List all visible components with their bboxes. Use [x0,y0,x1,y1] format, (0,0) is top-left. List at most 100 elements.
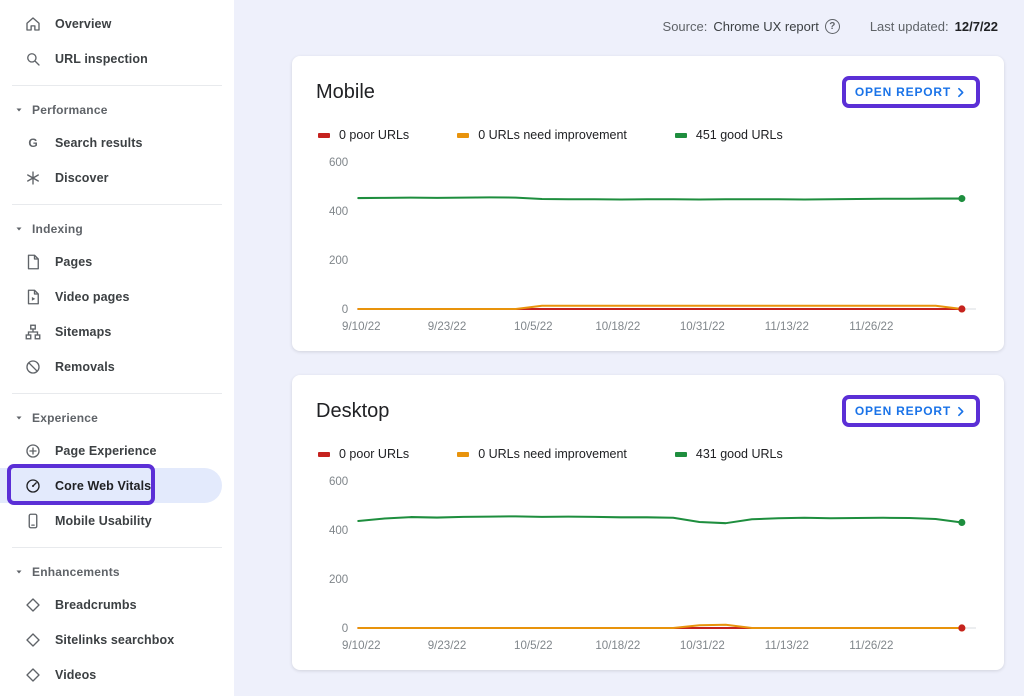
sidebar-item-sitelinks-searchbox[interactable]: Sitelinks searchbox [0,622,234,657]
svg-text:200: 200 [329,574,348,586]
legend-item-good: 451 good URLs [675,128,783,142]
sidebar-item-search-results[interactable]: G Search results [0,125,234,160]
search-results-icon: G [24,134,42,152]
discover-icon [24,169,42,187]
svg-text:11/26/22: 11/26/22 [849,321,893,333]
legend-swatch-need-improvement [457,452,469,457]
svg-text:200: 200 [329,255,348,267]
open-report-label: OPEN REPORT [855,404,951,418]
legend-item-poor: 0 poor URLs [318,128,409,142]
card-header: Mobile OPEN REPORT [316,70,980,114]
sidebar-section-label: Experience [32,411,98,425]
last-updated-value: 12/7/22 [955,19,998,34]
video-pages-icon [24,288,42,306]
chevron-right-icon [954,86,967,99]
sidebar-item-breadcrumbs[interactable]: Breadcrumbs [0,587,234,622]
sidebar-item-label: Mobile Usability [55,514,152,528]
open-report-label: OPEN REPORT [855,85,951,99]
svg-text:10/31/22: 10/31/22 [680,321,725,333]
legend-item-poor: 0 poor URLs [318,447,409,461]
svg-text:0: 0 [342,623,348,635]
removals-icon [24,358,42,376]
sidebar-item-core-web-vitals[interactable]: Core Web Vitals [0,468,222,503]
sidebar-item-videos[interactable]: Videos [0,657,234,692]
sidebar-item-sitemaps[interactable]: Sitemaps [0,314,234,349]
svg-text:600: 600 [329,476,348,488]
report-meta-bar: Source: Chrome UX report ? Last updated:… [292,0,1024,38]
cards-container: Mobile OPEN REPORT 0 poor URLs 0 URLs ne… [292,56,1004,670]
help-icon[interactable]: ? [825,19,840,34]
sidebar-item-video-pages[interactable]: Video pages [0,279,234,314]
svg-text:0: 0 [342,304,348,316]
svg-text:10/18/22: 10/18/22 [595,640,640,652]
legend-item-need-improvement: 0 URLs need improvement [457,128,627,142]
card-title: Mobile [316,81,375,104]
mobile-report-card: Mobile OPEN REPORT 0 poor URLs 0 URLs ne… [292,56,1004,351]
card-header: Desktop OPEN REPORT [316,389,980,433]
last-updated-label: Last updated: [870,19,949,34]
annotation-open-report-highlight: OPEN REPORT [842,76,980,108]
legend-label: 0 URLs need improvement [478,447,627,461]
svg-text:9/23/22: 9/23/22 [428,321,467,333]
svg-text:10/5/22: 10/5/22 [514,640,553,652]
legend-label: 451 good URLs [696,128,783,142]
pages-icon [24,253,42,271]
legend-swatch-need-improvement [457,133,469,138]
sidebar-item-label: Removals [55,360,115,374]
sidebar-item-overview[interactable]: Overview [0,6,234,41]
legend-label: 431 good URLs [696,447,783,461]
sidebar-item-discover[interactable]: Discover [0,160,234,195]
sidebar-item-removals[interactable]: Removals [0,349,234,384]
sidebar-section-label: Performance [32,103,108,117]
legend-swatch-good [675,452,687,457]
legend-item-need-improvement: 0 URLs need improvement [457,447,627,461]
svg-text:400: 400 [329,206,348,218]
search-icon [24,50,42,68]
sidebar-item-mobile-usability[interactable]: Mobile Usability [0,503,234,538]
sidebar-section-experience[interactable]: Experience [0,403,234,433]
open-report-button[interactable]: OPEN REPORT [855,85,967,99]
svg-text:11/13/22: 11/13/22 [765,640,809,652]
svg-text:400: 400 [329,525,348,537]
chevron-down-icon [13,104,25,116]
svg-text:10/18/22: 10/18/22 [595,321,640,333]
legend-label: 0 poor URLs [339,447,409,461]
sidebar-item-url-inspection[interactable]: URL inspection [0,41,234,76]
chevron-down-icon [13,412,25,424]
legend-swatch-poor [318,452,330,457]
chart-legend: 0 poor URLs 0 URLs need improvement 431 … [318,447,980,461]
sidebar-section-indexing[interactable]: Indexing [0,214,234,244]
annotation-open-report-highlight: OPEN REPORT [842,395,980,427]
legend-swatch-poor [318,133,330,138]
sidebar-item-label: URL inspection [55,52,148,66]
sidebar-item-pages[interactable]: Pages [0,244,234,279]
page-experience-icon [24,442,42,460]
legend-label: 0 poor URLs [339,128,409,142]
sidebar-divider [12,204,222,205]
legend-label: 0 URLs need improvement [478,128,627,142]
sidebar-item-label: Video pages [55,290,130,304]
chevron-down-icon [13,223,25,235]
sidebar-item-label: Search results [55,136,143,150]
sidebar-section-performance[interactable]: Performance [0,95,234,125]
source-value: Chrome UX report [713,19,818,34]
sidebar-item-label: Core Web Vitals [55,479,151,493]
chart-legend: 0 poor URLs 0 URLs need improvement 451 … [318,128,980,142]
main-content: Source: Chrome UX report ? Last updated:… [234,0,1024,696]
sidebar-section-enhancements[interactable]: Enhancements [0,557,234,587]
chevron-down-icon [13,566,25,578]
sidebar-item-label: Sitelinks searchbox [55,633,174,647]
chevron-right-icon [954,405,967,418]
svg-text:11/26/22: 11/26/22 [849,640,893,652]
open-report-button[interactable]: OPEN REPORT [855,404,967,418]
sidebar-item-page-experience[interactable]: Page Experience [0,433,234,468]
enhancement-diamond-icon [24,666,42,684]
legend-swatch-good [675,133,687,138]
sidebar: Overview URL inspection Performance G Se… [0,0,234,696]
sidebar-section-label: Enhancements [32,565,120,579]
svg-text:9/10/22: 9/10/22 [342,640,381,652]
svg-text:9/10/22: 9/10/22 [342,321,381,333]
svg-text:G: G [28,135,37,149]
sidebar-divider [12,393,222,394]
sidebar-item-label: Sitemaps [55,325,111,339]
